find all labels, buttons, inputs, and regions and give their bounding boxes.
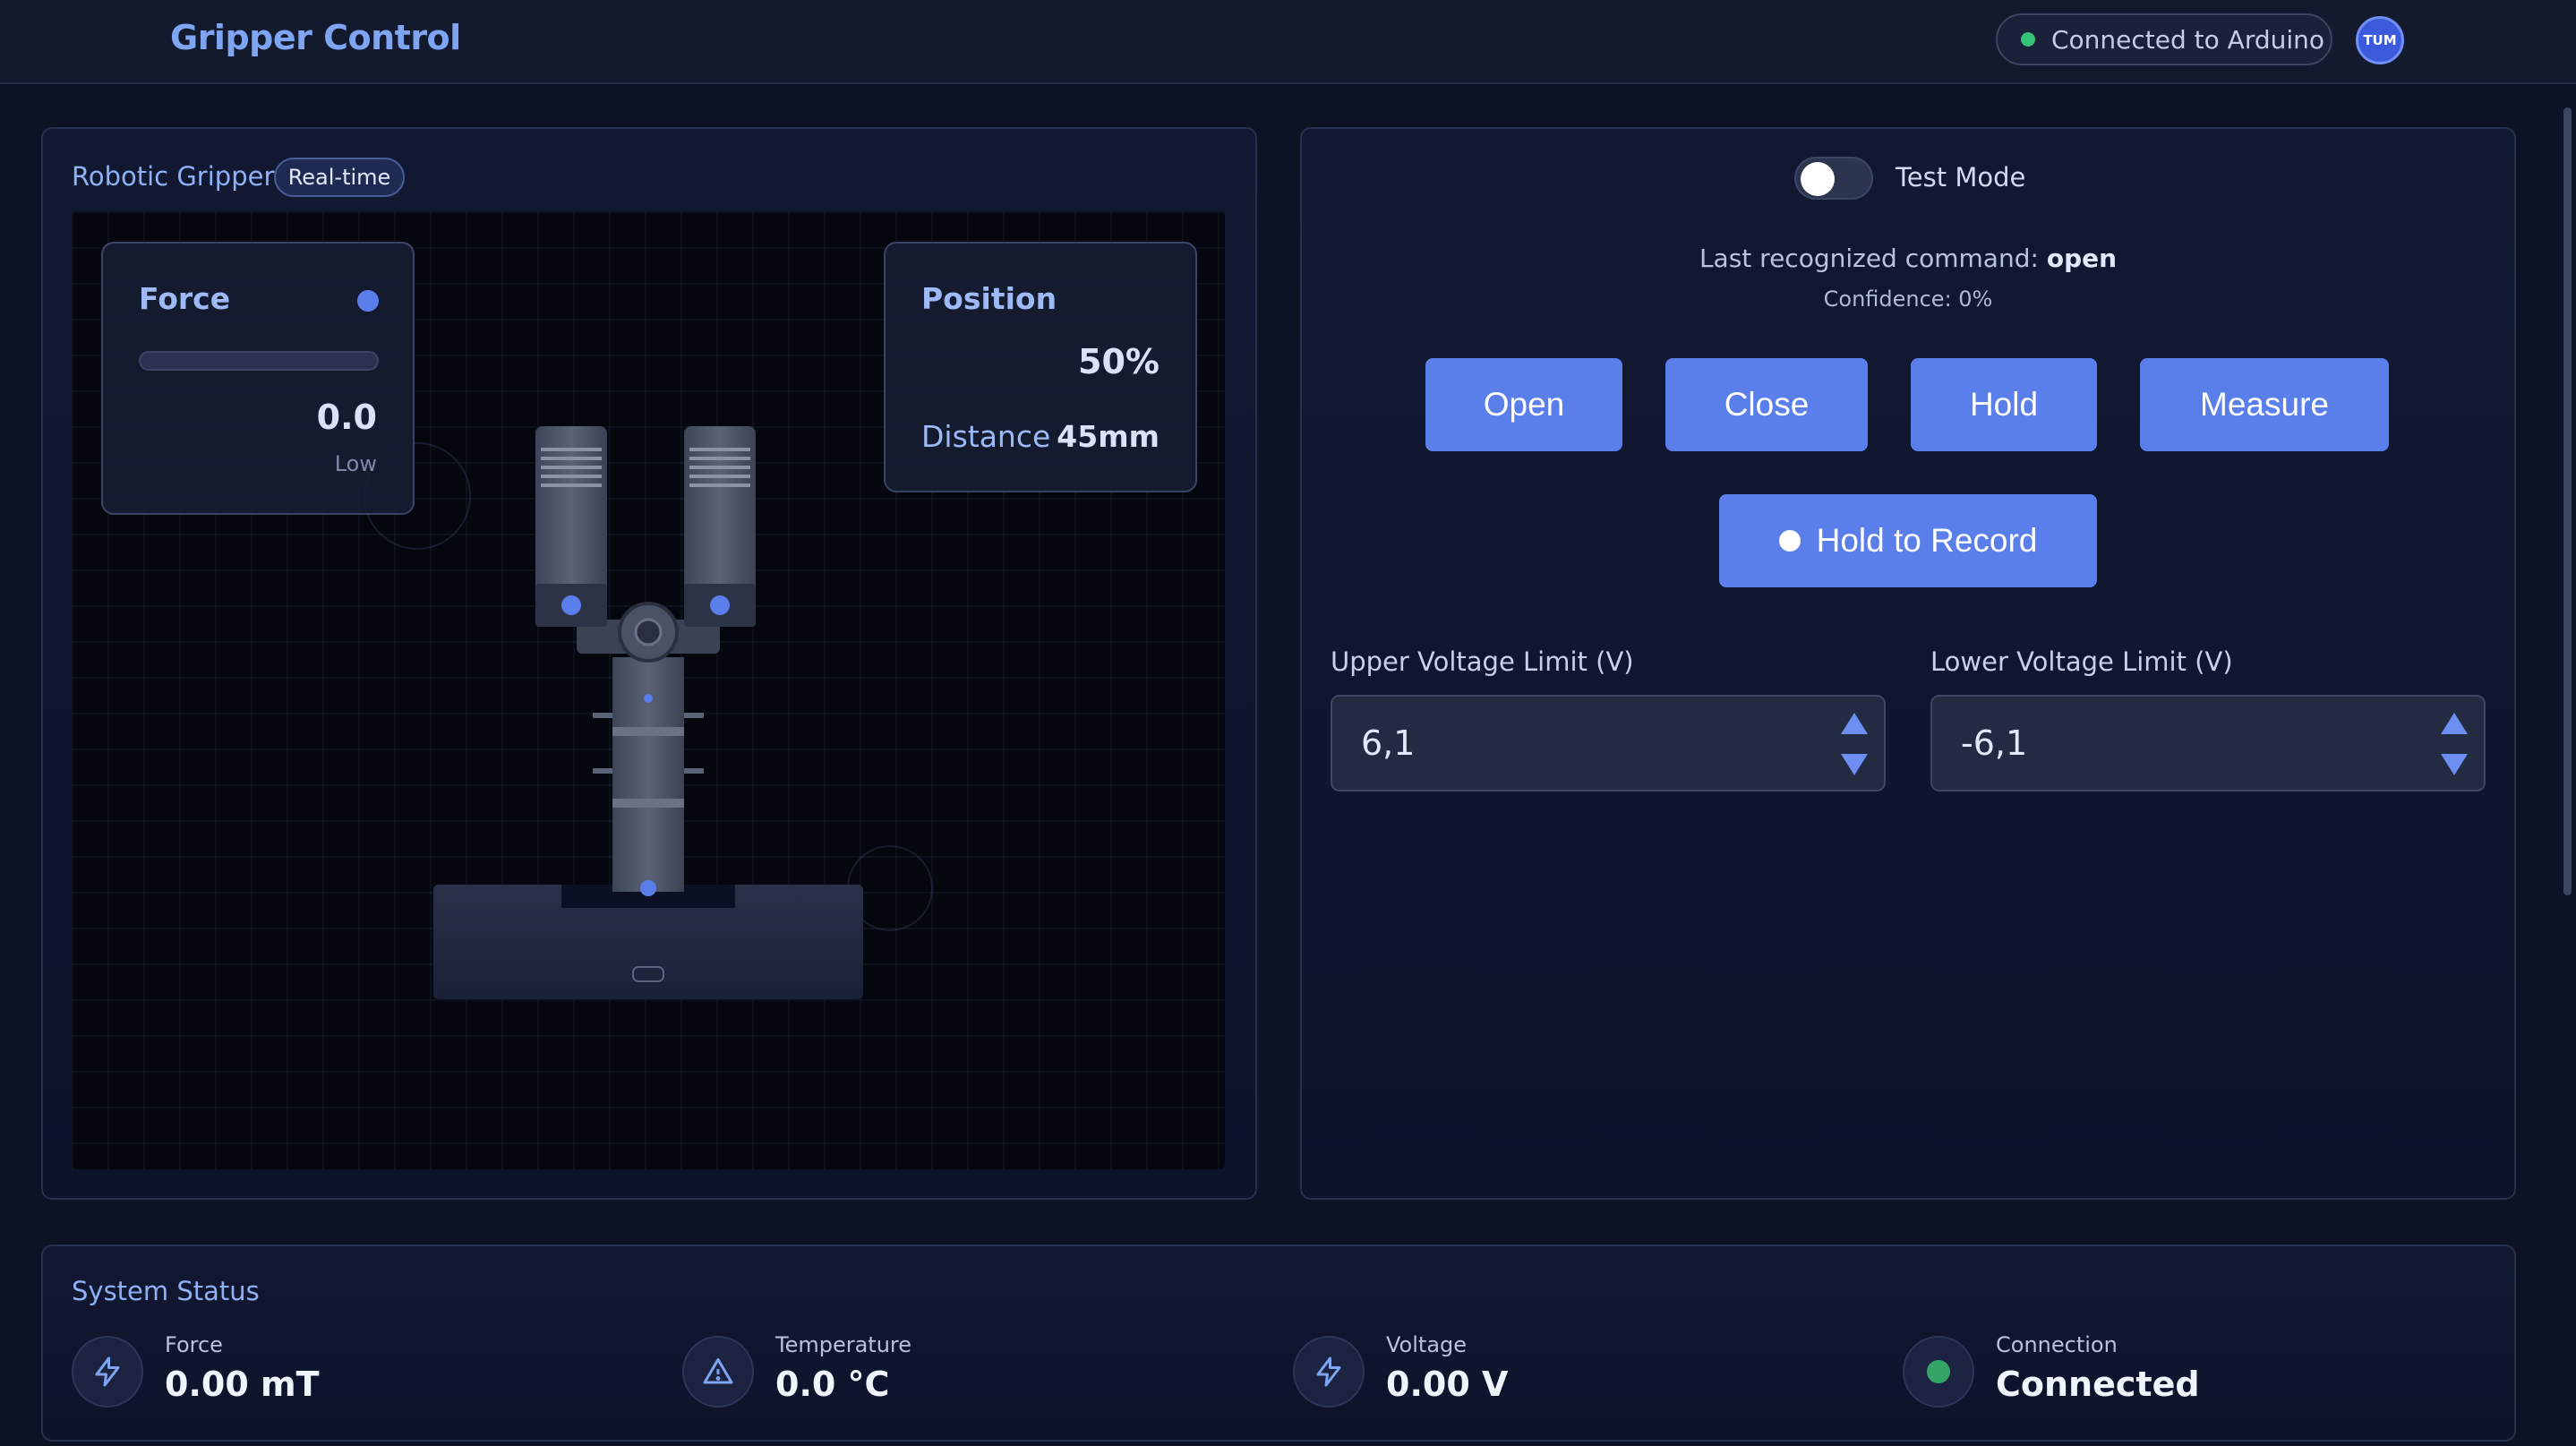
- position-card-title: Position: [921, 281, 1057, 316]
- app-header: Gripper Control Connected to Arduino TUM: [0, 0, 2576, 84]
- last-command-prefix: Last recognized command:: [1699, 244, 2039, 273]
- warning-triangle-icon: [682, 1336, 754, 1407]
- last-command: Last recognized command: open: [1300, 244, 2516, 273]
- app-title: Gripper Control: [170, 18, 461, 57]
- left-finger-sensor: [561, 595, 581, 615]
- lower-voltage-label: Lower Voltage Limit (V): [1930, 646, 2233, 677]
- system-status-title: System Status: [72, 1276, 260, 1306]
- close-button[interactable]: Close: [1665, 358, 1868, 451]
- spin-up-icon[interactable]: [2441, 713, 2468, 734]
- hold-button[interactable]: Hold: [1911, 358, 2097, 451]
- connection-dot-icon: [2021, 32, 2035, 47]
- gripper-stem: [612, 657, 684, 892]
- force-card-title: Force: [139, 281, 231, 316]
- stem-band: [612, 799, 684, 808]
- force-indicator-dot: [357, 290, 379, 312]
- page-scrollbar[interactable]: [2562, 90, 2572, 1446]
- upper-voltage-label: Upper Voltage Limit (V): [1331, 646, 1634, 677]
- record-dot-icon: [1778, 530, 1801, 552]
- base-indicator: [640, 880, 656, 896]
- force-card: Force 0.0 Low: [101, 242, 415, 515]
- hold-to-record-button[interactable]: Hold to Record: [1719, 494, 2097, 587]
- stem-indicator: [644, 694, 653, 703]
- status-dot-icon: [1903, 1336, 1974, 1407]
- toggle-knob: [1801, 162, 1835, 196]
- realtime-badge: Real-time: [274, 158, 405, 197]
- spin-down-icon[interactable]: [1841, 754, 1868, 775]
- record-button-label: Hold to Record: [1816, 522, 2038, 559]
- upper-voltage-value: 6,1: [1361, 723, 1416, 763]
- system-status-card: [41, 1245, 2516, 1442]
- stem-pin: [593, 713, 612, 718]
- stem-pin: [684, 713, 704, 718]
- connection-green-dot: [1927, 1360, 1950, 1383]
- stem-pin: [684, 768, 704, 774]
- lightning-icon: [1293, 1336, 1365, 1407]
- lightning-icon: [72, 1336, 143, 1407]
- voltage-status-value: 0.00 V: [1386, 1365, 1509, 1404]
- connection-status-label: Connection: [1996, 1332, 2118, 1357]
- stem-pin: [593, 768, 612, 774]
- temperature-status-label: Temperature: [775, 1332, 912, 1357]
- voltage-status-label: Voltage: [1386, 1332, 1468, 1357]
- test-mode-toggle[interactable]: [1794, 157, 1873, 200]
- gripper-panel-title: Robotic Gripper: [72, 161, 275, 192]
- test-mode-label: Test Mode: [1896, 162, 2026, 193]
- spin-down-icon[interactable]: [2441, 754, 2468, 775]
- spin-up-icon[interactable]: [1841, 713, 1868, 734]
- measure-button[interactable]: Measure: [2140, 358, 2389, 451]
- open-button[interactable]: Open: [1425, 358, 1622, 451]
- stem-band: [612, 727, 684, 736]
- position-percent: 50%: [1078, 342, 1160, 381]
- scrollbar-thumb[interactable]: [2563, 107, 2572, 895]
- distance-value: 45mm: [1057, 419, 1160, 454]
- right-finger-sensor: [710, 595, 730, 615]
- force-bar: [139, 351, 379, 371]
- force-status-label: Force: [165, 1332, 223, 1357]
- temperature-status-value: 0.0 °C: [775, 1365, 890, 1404]
- gripper-pivot-inner: [634, 618, 663, 646]
- lower-voltage-value: -6,1: [1961, 723, 2028, 763]
- force-value: 0.0: [316, 398, 377, 437]
- force-status-value: 0.00 mT: [165, 1365, 320, 1404]
- lower-voltage-input[interactable]: -6,1: [1930, 695, 2486, 791]
- position-card: Position 50% Distance 45mm: [884, 242, 1197, 492]
- confidence-text: Confidence: 0%: [1823, 287, 1993, 312]
- avatar[interactable]: TUM: [2356, 16, 2404, 64]
- force-level: Low: [334, 451, 377, 476]
- connection-status-pill: Connected to Arduino: [1996, 13, 2332, 65]
- connection-status-value: Connected: [1996, 1365, 2200, 1404]
- last-command-value: open: [2046, 244, 2118, 273]
- upper-voltage-input[interactable]: 6,1: [1331, 695, 1886, 791]
- connection-status-text: Connected to Arduino: [2051, 24, 2325, 55]
- distance-label: Distance: [921, 419, 1051, 454]
